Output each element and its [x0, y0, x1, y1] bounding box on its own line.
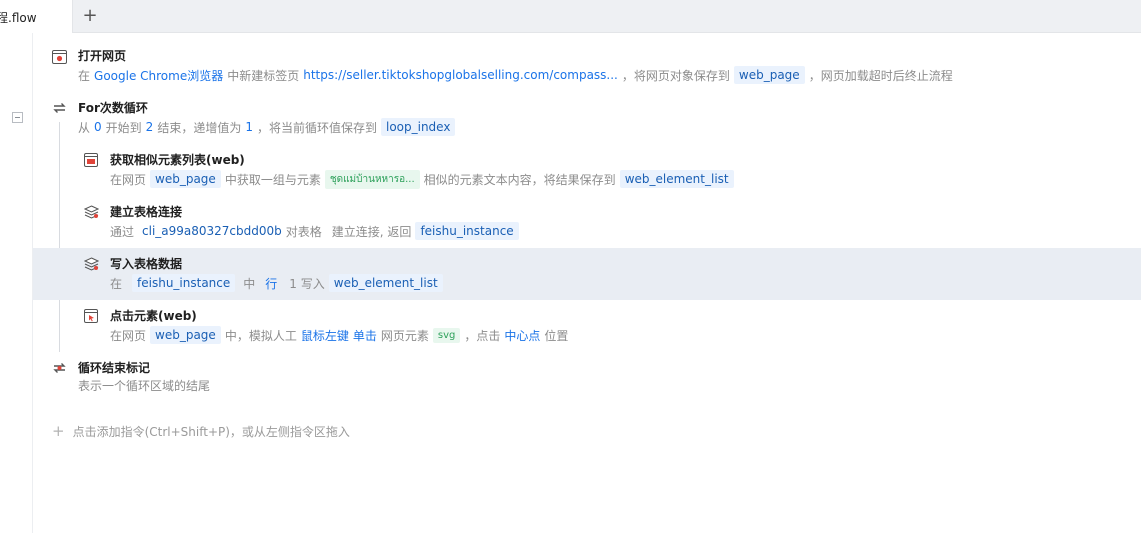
desc-text: 结束，递增值为	[157, 120, 242, 135]
desc-text: 在	[110, 276, 123, 291]
add-command-text: 点击添加指令(Ctrl+Shift+P)，或从左侧指令区拖入	[72, 424, 350, 439]
browser-link[interactable]: Google Chrome浏览器	[94, 67, 223, 84]
desc-text: 在网页	[110, 328, 147, 343]
element-tag[interactable]: svg	[432, 327, 461, 343]
step-loop-end[interactable]: 循环结束标记 表示一个循环区域的结尾	[33, 355, 1141, 407]
desc-text: 1 写入	[289, 276, 325, 291]
variable-tag[interactable]: web_page	[150, 326, 221, 344]
variable-tag[interactable]: web_page	[150, 170, 221, 188]
step-description: 在网页 web_page 中，模拟人工 鼠标左键 单击 网页元素 svg ，点击…	[110, 325, 572, 345]
desc-text: 中	[243, 276, 256, 291]
add-command-hint[interactable]: + 点击添加指令(Ctrl+Shift+P)，或从左侧指令区拖入	[52, 422, 350, 440]
desc-text: 中，模拟人工	[224, 328, 297, 343]
desc-text: ，点击	[464, 328, 501, 343]
param-value[interactable]: 2	[146, 120, 154, 134]
step-for-loop[interactable]: For次数循环 从 0 开始到 2 结束，递增值为 1 ，将当前循环值保存到 l…	[33, 95, 1141, 147]
step-write-table-data[interactable]: 写入表格数据 在 feishu_instance 中 行 1 写入 web_el…	[33, 248, 1141, 300]
step-description: 在 Google Chrome浏览器 中新建标签页 https://seller…	[78, 65, 957, 85]
desc-text: 在网页	[110, 172, 147, 187]
variable-tag[interactable]: web_element_list	[328, 274, 443, 292]
collapse-loop-icon[interactable]	[12, 112, 23, 123]
desc-text: 从	[78, 120, 91, 135]
step-description: 通过 cli_a99a80327cbdd00b 对表格 建立连接, 返回 fei…	[110, 221, 523, 241]
desc-text: 表示一个循环区域的结尾	[78, 378, 211, 393]
step-title: 写入表格数据	[110, 257, 183, 271]
desc-text: 相似的元素文本内容，将结果保存到	[423, 172, 616, 187]
browser-open-icon	[52, 50, 67, 64]
desc-text: 通过	[110, 224, 135, 239]
element-tag[interactable]: ชุดแม่บ้านหหารอ...	[324, 169, 420, 189]
desc-text: 对表格	[285, 224, 322, 239]
param-value[interactable]: 行	[265, 275, 277, 292]
variable-tag[interactable]: loop_index	[380, 118, 456, 136]
step-get-similar-elements[interactable]: 获取相似元素列表(web) 在网页 web_page 中获取一组与元素 ชุดแ…	[33, 147, 1141, 199]
desc-text: 中新建标签页	[227, 68, 300, 83]
table-connect-icon	[84, 205, 99, 219]
table-write-icon	[84, 257, 99, 271]
step-description: 表示一个循环区域的结尾	[78, 375, 214, 395]
step-title: 打开网页	[78, 49, 127, 63]
desc-text: 开始到	[105, 120, 142, 135]
step-connect-table[interactable]: 建立表格连接 通过 cli_a99a80327cbdd00b 对表格 建立连接,…	[33, 199, 1141, 251]
loop-icon	[53, 103, 66, 113]
step-title: 建立表格连接	[110, 205, 183, 219]
step-click-element[interactable]: 点击元素(web) 在网页 web_page 中，模拟人工 鼠标左键 单击 网页…	[33, 303, 1141, 355]
variable-tag[interactable]: web_page	[733, 66, 805, 84]
desc-text: ，将网页对象保存到	[621, 68, 730, 83]
click-position-value[interactable]: 中心点	[504, 327, 540, 344]
desc-text: 在	[78, 68, 91, 83]
step-title: 循环结束标记	[78, 361, 151, 375]
step-title: For次数循环	[78, 101, 148, 115]
plus-icon: +	[52, 422, 65, 440]
desc-text: 中获取一组与元素	[224, 172, 321, 187]
element-list-icon	[84, 153, 98, 167]
step-description: 在网页 web_page 中获取一组与元素 ชุดแม่บ้านหหารอ...…	[110, 169, 738, 189]
desc-text: 建立连接, 返回	[331, 224, 412, 239]
tab-bar: 程.flow +	[0, 0, 1141, 33]
loop-end-icon	[53, 363, 66, 373]
desc-text: 位置	[544, 328, 569, 343]
app-id-value[interactable]: cli_a99a80327cbdd00b	[142, 224, 282, 238]
add-tab-icon[interactable]: +	[80, 5, 100, 27]
variable-tag[interactable]: feishu_instance	[415, 222, 519, 240]
desc-text: ，将当前循环值保存到	[256, 120, 377, 135]
param-value[interactable]: 1	[245, 120, 253, 134]
desc-text: 网页元素	[380, 328, 429, 343]
step-open-webpage[interactable]: 打开网页 在 Google Chrome浏览器 中新建标签页 https://s…	[33, 43, 1141, 95]
step-title: 获取相似元素列表(web)	[110, 153, 245, 167]
click-type-value[interactable]: 单击	[353, 327, 377, 344]
tab-flow-file[interactable]: 程.flow	[0, 0, 73, 33]
param-value[interactable]: 0	[94, 120, 102, 134]
variable-tag[interactable]: feishu_instance	[132, 274, 236, 292]
variable-tag[interactable]: web_element_list	[619, 170, 734, 188]
url-link[interactable]: https://seller.tiktokshopglobalselling.c…	[303, 68, 618, 82]
click-element-icon	[84, 309, 98, 323]
step-title: 点击元素(web)	[110, 309, 197, 323]
step-description: 在 feishu_instance 中 行 1 写入 web_element_l…	[110, 273, 447, 293]
mouse-button-value[interactable]: 鼠标左键	[301, 327, 349, 344]
step-description: 从 0 开始到 2 结束，递增值为 1 ，将当前循环值保存到 loop_inde…	[78, 117, 459, 137]
desc-text: ，网页加载超时后终止流程	[808, 68, 953, 83]
tab-label: 程.flow	[0, 11, 37, 25]
